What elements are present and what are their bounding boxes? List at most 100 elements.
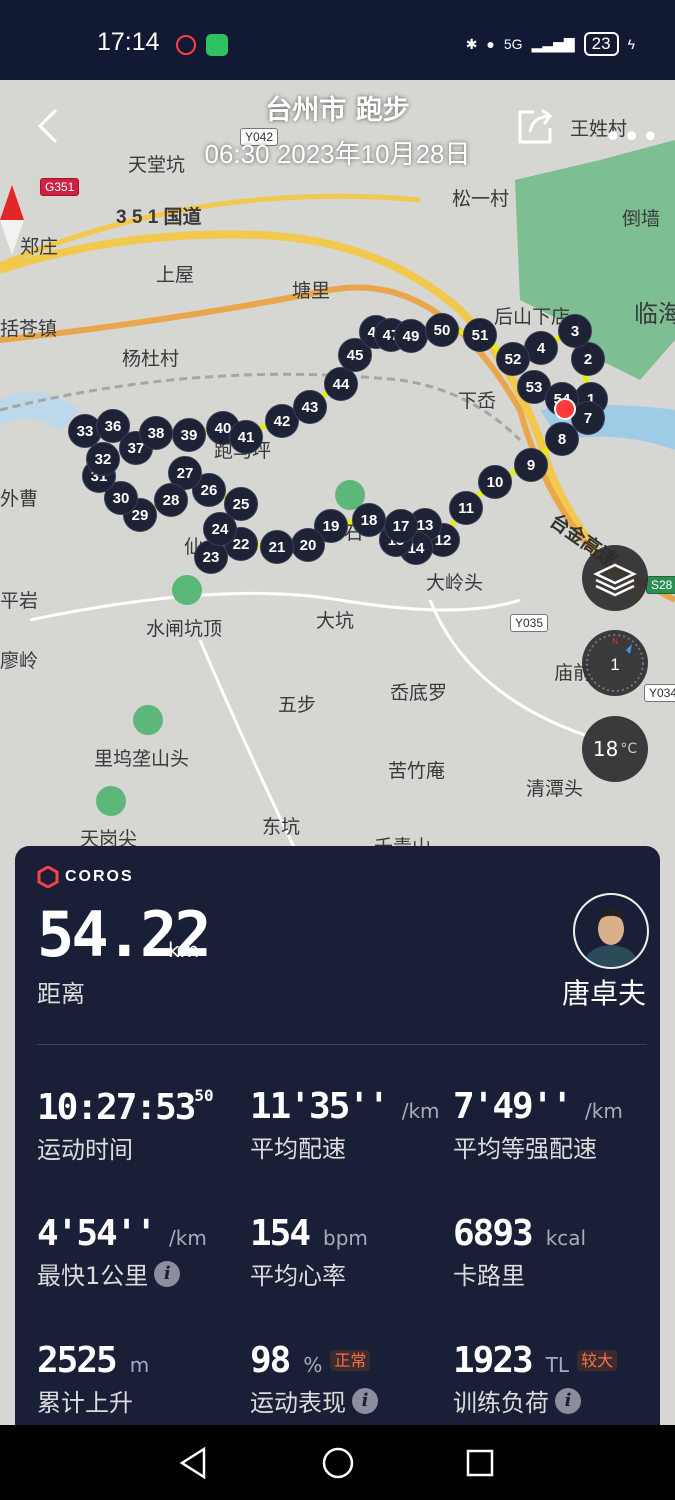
stat-training-load: 1923 TL 较大 训练负荷 i <box>453 1340 618 1418</box>
map-layers-button[interactable] <box>582 545 648 611</box>
svg-text:N: N <box>612 637 618 646</box>
avatar-image <box>575 895 647 967</box>
place-label: 杨杜村 <box>122 349 180 370</box>
end-point-marker <box>554 398 576 420</box>
km-marker[interactable]: 50 <box>425 313 459 347</box>
signal-icon: ▂▃▅▇ <box>531 35 575 52</box>
km-marker[interactable]: 17 <box>384 509 418 543</box>
km-marker[interactable]: 51 <box>463 318 497 352</box>
km-marker[interactable]: 44 <box>324 367 358 401</box>
user-name: 唐卓夫 <box>561 977 646 1010</box>
stat-unit: bpm <box>323 1226 368 1250</box>
battery-level: 23 <box>583 32 619 56</box>
km-marker[interactable]: 49 <box>394 319 428 353</box>
km-marker[interactable]: 32 <box>86 442 120 476</box>
km-marker[interactable]: 52 <box>496 342 530 376</box>
temperature-unit: °C <box>620 741 638 757</box>
share-icon[interactable] <box>514 106 556 148</box>
km-marker[interactable]: 21 <box>260 530 294 564</box>
road-badge: Y034 <box>644 684 675 702</box>
place-label: 里坞垄山头 <box>94 749 190 770</box>
page-title: 台州市 跑步 <box>265 95 410 126</box>
km-marker[interactable]: 38 <box>139 416 173 450</box>
more-options-icon[interactable]: ••• <box>604 120 660 155</box>
road-badge: G351 <box>40 178 80 196</box>
place-label: 平岩 <box>0 591 39 612</box>
place-label: 上屋 <box>156 265 195 286</box>
weather-button[interactable]: 18 °C <box>582 716 648 782</box>
stat-unit: m <box>129 1353 150 1377</box>
place-label: 苦竹庵 <box>388 761 446 782</box>
km-marker[interactable]: 41 <box>229 420 263 454</box>
stat-unit: /km <box>169 1226 207 1250</box>
charging-icon: ϟ <box>627 36 635 52</box>
place-label: 括苍镇 <box>0 319 58 340</box>
home-nav-icon[interactable] <box>320 1445 356 1481</box>
stat-unit: kcal <box>545 1226 587 1250</box>
km-marker[interactable]: 18 <box>352 503 386 537</box>
place-label: 下岙 <box>458 391 497 412</box>
place-label: 3 5 1 国道 <box>116 207 202 228</box>
info-icon[interactable]: i <box>555 1387 581 1414</box>
stat-label: 平均心率 <box>250 1262 346 1290</box>
km-marker[interactable]: 20 <box>291 528 325 562</box>
stat-label: 训练负荷 <box>453 1389 549 1417</box>
stat-value: 4'54'' <box>37 1213 157 1254</box>
stat-unit: TL <box>545 1353 570 1377</box>
compass-level: 1 <box>610 655 619 674</box>
stat-label: 平均配速 <box>250 1135 346 1163</box>
stat-value: 6893 <box>453 1213 534 1254</box>
stat-elevation-gain: 2525 m 累计上升 <box>37 1340 149 1418</box>
north-arrow-icon <box>0 185 24 255</box>
stat-value: 2525 <box>37 1340 118 1381</box>
activity-summary-card: COROS 54.22 km 距离 唐卓夫 10:27:5350 运动时间 11… <box>15 846 660 1446</box>
coros-logo-icon <box>37 866 59 888</box>
km-marker[interactable]: 3 <box>558 314 592 348</box>
wechat-notification-icon <box>206 34 228 56</box>
compass-icon: N 1 <box>586 634 644 692</box>
km-marker[interactable]: 39 <box>172 418 206 452</box>
recents-nav-icon[interactable] <box>462 1445 498 1481</box>
stat-performance: 98% 正常 运动表现 i <box>250 1340 378 1418</box>
info-icon[interactable]: i <box>352 1387 378 1414</box>
km-marker[interactable]: 8 <box>545 422 579 456</box>
status-badge: 较大 <box>577 1350 618 1371</box>
place-label: 倒墙 <box>622 209 661 230</box>
stat-label: 运动时间 <box>37 1136 133 1164</box>
place-label: 廖岭 <box>0 651 39 672</box>
back-nav-icon[interactable] <box>176 1445 212 1481</box>
place-label: 外曹 <box>0 489 39 510</box>
distance-unit: km <box>168 938 200 962</box>
km-marker[interactable]: 25 <box>224 487 258 521</box>
km-marker[interactable]: 28 <box>154 483 188 517</box>
place-label: 岙底罗 <box>390 683 448 704</box>
km-marker[interactable]: 11 <box>449 491 483 525</box>
stat-label: 最快1公里 <box>37 1262 149 1290</box>
info-icon[interactable]: i <box>154 1260 181 1287</box>
place-label: 清潭头 <box>526 779 584 800</box>
mountain-icon <box>133 705 163 735</box>
stat-duration: 10:27:5350 运动时间 <box>37 1086 214 1165</box>
compass-button[interactable]: N 1 <box>582 630 648 696</box>
stat-avg-heart-rate: 154 bpm 平均心率 <box>250 1213 368 1291</box>
stat-calories: 6893 kcal 卡路里 <box>453 1213 586 1291</box>
system-navigation-bar <box>0 1425 675 1500</box>
km-marker[interactable]: 9 <box>514 448 548 482</box>
stat-unit: /km <box>585 1099 623 1123</box>
km-marker[interactable]: 10 <box>478 465 512 499</box>
location-icon: ● <box>486 36 495 52</box>
stat-unit: % <box>303 1353 323 1377</box>
stat-value: 98 <box>250 1340 291 1381</box>
km-marker[interactable]: 43 <box>293 390 327 424</box>
stat-value: 1923 <box>453 1340 534 1381</box>
place-label: 大岭头 <box>426 573 484 594</box>
road-badge: S28 <box>646 576 675 594</box>
place-label: 塘里 <box>292 281 331 302</box>
stat-avg-effort-pace: 7'49'' /km 平均等强配速 <box>453 1086 623 1164</box>
brand-name: COROS <box>65 868 134 885</box>
stat-label: 平均等强配速 <box>453 1135 597 1163</box>
status-time: 17:14 <box>97 28 160 56</box>
place-label: 临海 <box>634 301 675 328</box>
layers-icon <box>593 563 637 597</box>
user-avatar[interactable] <box>573 893 649 969</box>
